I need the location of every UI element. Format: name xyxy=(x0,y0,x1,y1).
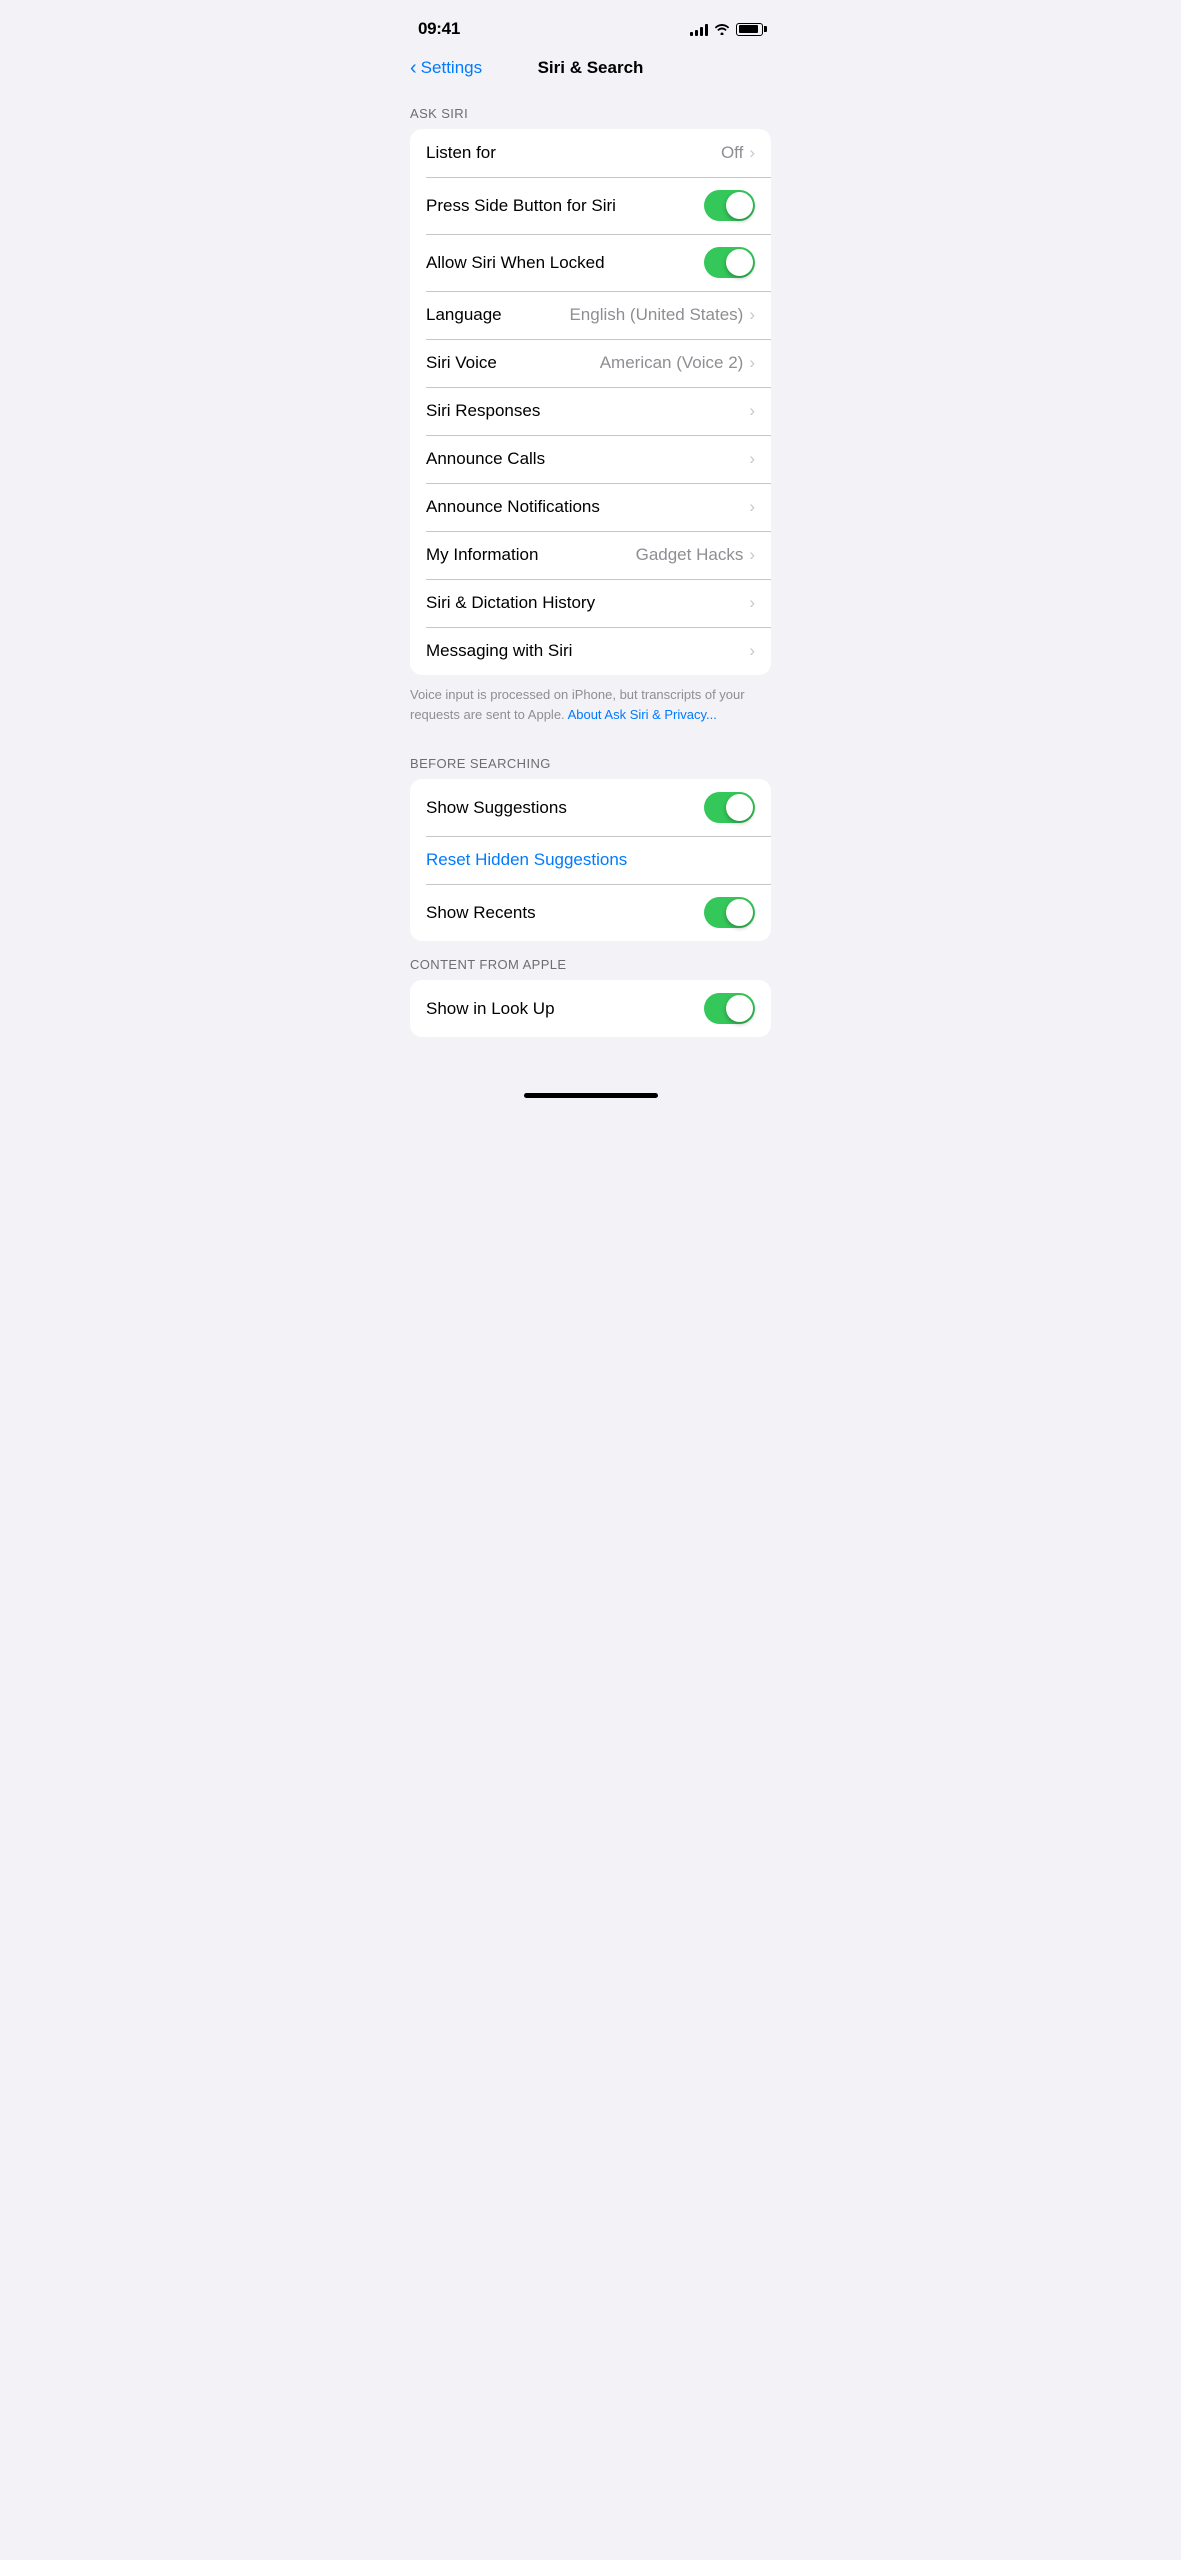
siri-responses-label: Siri Responses xyxy=(426,401,540,421)
announce-notifications-row[interactable]: Announce Notifications › xyxy=(410,483,771,531)
siri-voice-label: Siri Voice xyxy=(426,353,497,373)
ask-siri-card: Listen for Off › Press Side Button for S… xyxy=(410,129,771,675)
show-in-look-up-label: Show in Look Up xyxy=(426,999,555,1019)
messaging-with-siri-right: › xyxy=(749,641,755,661)
chevron-icon: › xyxy=(749,641,755,661)
show-recents-label: Show Recents xyxy=(426,903,536,923)
messaging-with-siri-row[interactable]: Messaging with Siri › xyxy=(410,627,771,675)
chevron-icon: › xyxy=(749,593,755,613)
listen-for-row[interactable]: Listen for Off › xyxy=(410,129,771,177)
announce-calls-row[interactable]: Announce Calls › xyxy=(410,435,771,483)
reset-hidden-suggestions-row[interactable]: Reset Hidden Suggestions xyxy=(410,836,771,884)
press-side-button-toggle[interactable] xyxy=(704,190,755,221)
siri-dictation-history-label: Siri & Dictation History xyxy=(426,593,595,613)
home-indicator xyxy=(524,1093,658,1098)
announce-calls-label: Announce Calls xyxy=(426,449,545,469)
siri-responses-row[interactable]: Siri Responses › xyxy=(410,387,771,435)
language-value: English (United States) xyxy=(569,305,743,325)
status-icons xyxy=(690,23,763,36)
show-recents-toggle[interactable] xyxy=(704,897,755,928)
siri-voice-value: American (Voice 2) xyxy=(600,353,744,373)
siri-dictation-history-row[interactable]: Siri & Dictation History › xyxy=(410,579,771,627)
siri-voice-right: American (Voice 2) › xyxy=(600,353,755,373)
back-chevron-icon: ‹ xyxy=(410,58,417,78)
battery-icon xyxy=(736,23,763,36)
wifi-icon xyxy=(714,23,730,35)
chevron-icon: › xyxy=(749,401,755,421)
chevron-icon: › xyxy=(749,353,755,373)
listen-for-label: Listen for xyxy=(426,143,496,163)
show-suggestions-label: Show Suggestions xyxy=(426,798,567,818)
back-label: Settings xyxy=(421,58,482,78)
content-from-apple-card: Show in Look Up xyxy=(410,980,771,1037)
show-in-look-up-toggle[interactable] xyxy=(704,993,755,1024)
ask-siri-footer: Voice input is processed on iPhone, but … xyxy=(394,675,787,740)
ask-siri-section-header: ASK SIRI xyxy=(394,90,787,129)
privacy-link[interactable]: About Ask Siri & Privacy... xyxy=(568,707,717,722)
messaging-with-siri-label: Messaging with Siri xyxy=(426,641,572,661)
announce-notifications-right: › xyxy=(749,497,755,517)
listen-for-value: Off xyxy=(721,143,743,163)
allow-siri-locked-label: Allow Siri When Locked xyxy=(426,253,605,273)
signal-icon xyxy=(690,23,708,36)
my-information-value: Gadget Hacks xyxy=(636,545,744,565)
chevron-icon: › xyxy=(749,497,755,517)
before-searching-section-header: BEFORE SEARCHING xyxy=(394,740,787,779)
allow-siri-locked-row[interactable]: Allow Siri When Locked xyxy=(410,234,771,291)
chevron-icon: › xyxy=(749,545,755,565)
allow-siri-locked-toggle[interactable] xyxy=(704,247,755,278)
press-side-button-row[interactable]: Press Side Button for Siri xyxy=(410,177,771,234)
page-title: Siri & Search xyxy=(538,58,644,78)
chevron-icon: › xyxy=(749,143,755,163)
show-recents-row[interactable]: Show Recents xyxy=(410,884,771,941)
siri-responses-right: › xyxy=(749,401,755,421)
reset-hidden-suggestions-label[interactable]: Reset Hidden Suggestions xyxy=(426,850,627,870)
status-bar: 09:41 xyxy=(394,0,787,54)
show-suggestions-toggle[interactable] xyxy=(704,792,755,823)
language-label: Language xyxy=(426,305,502,325)
siri-voice-row[interactable]: Siri Voice American (Voice 2) › xyxy=(410,339,771,387)
content-from-apple-section-header: CONTENT FROM APPLE xyxy=(394,941,787,980)
siri-dictation-history-right: › xyxy=(749,593,755,613)
press-side-button-label: Press Side Button for Siri xyxy=(426,196,616,216)
my-information-row[interactable]: My Information Gadget Hacks › xyxy=(410,531,771,579)
status-time: 09:41 xyxy=(418,19,460,39)
chevron-icon: › xyxy=(749,305,755,325)
my-information-label: My Information xyxy=(426,545,538,565)
nav-bar: ‹ Settings Siri & Search xyxy=(394,54,787,90)
listen-for-right: Off › xyxy=(721,143,755,163)
before-searching-card: Show Suggestions Reset Hidden Suggestion… xyxy=(410,779,771,941)
my-information-right: Gadget Hacks › xyxy=(636,545,755,565)
language-row[interactable]: Language English (United States) › xyxy=(410,291,771,339)
announce-notifications-label: Announce Notifications xyxy=(426,497,600,517)
back-button[interactable]: ‹ Settings xyxy=(410,58,482,78)
announce-calls-right: › xyxy=(749,449,755,469)
chevron-icon: › xyxy=(749,449,755,469)
show-suggestions-row[interactable]: Show Suggestions xyxy=(410,779,771,836)
show-in-look-up-row[interactable]: Show in Look Up xyxy=(410,980,771,1037)
language-right: English (United States) › xyxy=(569,305,755,325)
